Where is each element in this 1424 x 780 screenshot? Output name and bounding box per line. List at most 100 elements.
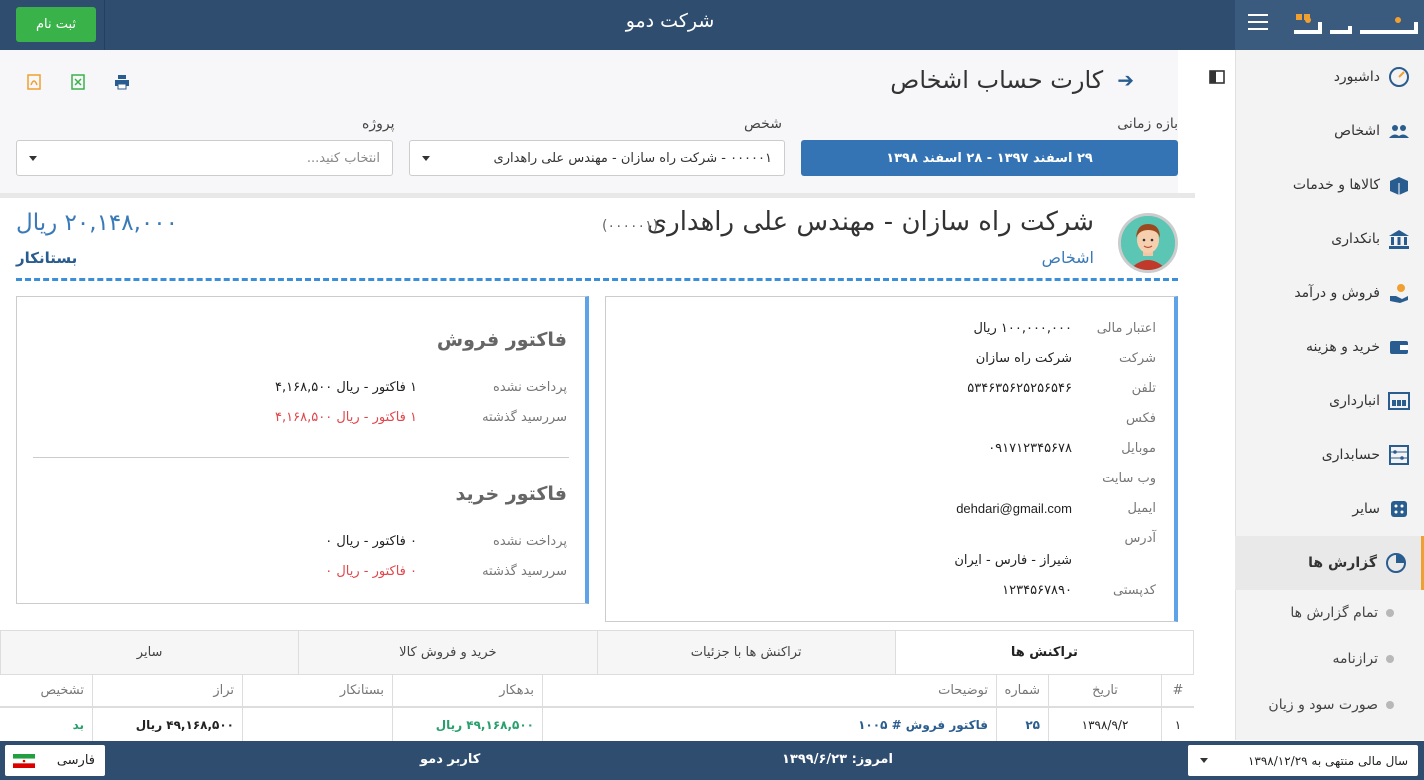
- column-header[interactable]: شماره: [996, 675, 1048, 706]
- person-category-link[interactable]: اشخاص: [1042, 248, 1094, 267]
- table-row[interactable]: ۱ ۱۳۹۸/۹/۲ ۲۵ فاکتور فروش # ۱۰۰۵ ۴۹,۱۶۸,…: [0, 708, 1194, 741]
- avatar: [1118, 213, 1178, 273]
- info-row: وب سایت: [604, 463, 1156, 493]
- sidebar-item-products[interactable]: کالاها و خدمات: [1235, 158, 1424, 212]
- language-select[interactable]: فارسی: [5, 745, 105, 776]
- sale-invoice-title: فاکتور فروش: [436, 329, 567, 351]
- tab-transactions[interactable]: تراکنش ها: [894, 631, 1193, 674]
- sidebar-item-people[interactable]: اشخاص: [1235, 104, 1424, 158]
- sidebar-item-sales[interactable]: فروش و درآمد: [1235, 266, 1424, 320]
- sale-overdue-row: سررسید گذشته ۱ فاکتور - ریال ۴,۱۶۸,۵۰۰: [31, 402, 567, 432]
- sidebar-item-purchases[interactable]: خرید و هزینه: [1235, 320, 1424, 374]
- excel-export-icon[interactable]: [68, 72, 88, 92]
- sidebar-subitem-balance-sheet[interactable]: ترازنامه: [1235, 636, 1424, 682]
- info-value: ۱۰۰,۰۰۰,۰۰۰ ریال: [973, 320, 1072, 336]
- invoice-summary-card: فاکتور فروش پرداخت نشده ۱ فاکتور - ریال ۴…: [16, 296, 589, 604]
- column-header[interactable]: تاریخ: [1048, 675, 1161, 706]
- sidebar-item-label: گزارش ها: [1308, 555, 1377, 571]
- row-number-link[interactable]: ۲۵: [996, 708, 1048, 741]
- sales-icon: [1388, 282, 1410, 304]
- info-key: فکس: [1126, 410, 1156, 426]
- sidebar-collapse-icon[interactable]: [1208, 70, 1228, 86]
- row-credit: [242, 708, 392, 741]
- row-debit: ۴۹,۱۶۸,۵۰۰ ریال: [392, 708, 542, 741]
- sidebar-item-label: بانکداری: [1331, 231, 1380, 247]
- column-header[interactable]: توضیحات: [542, 675, 996, 706]
- signup-button[interactable]: ثبت نام: [16, 7, 96, 42]
- purchase-overdue-label: سررسید گذشته: [482, 563, 567, 579]
- sidebar-item-reports[interactable]: گزارش ها: [1235, 536, 1424, 590]
- dashboard-icon: [1388, 66, 1410, 88]
- row-index: ۱: [1161, 708, 1194, 741]
- person-select[interactable]: ۰۰۰۰۰۱ - شرکت راه سازان - مهندس علی راهد…: [409, 140, 785, 176]
- info-value: شیراز - فارس - ایران: [954, 552, 1072, 568]
- row-date: ۱۳۹۸/۹/۲: [1048, 708, 1161, 741]
- report-icon: [1385, 552, 1407, 574]
- sidebar-item-label: فروش و درآمد: [1294, 285, 1380, 301]
- chevron-down-icon: [422, 156, 430, 161]
- tab-transactions-detailed[interactable]: تراکنش ها با جزئیات: [596, 631, 895, 674]
- toolbar: [24, 72, 132, 92]
- info-row: کدپستی ۱۲۳۴۵۶۷۸۹۰: [604, 575, 1156, 605]
- current-user: کاربر دمو: [420, 752, 481, 767]
- account-balance: ۲۰,۱۴۸,۰۰۰ ریال: [16, 210, 178, 236]
- sidebar-subitem-profit-loss[interactable]: صورت سود و زیان: [1235, 682, 1424, 728]
- info-row: اعتبار مالی ۱۰۰,۰۰۰,۰۰۰ ریال: [604, 313, 1156, 343]
- language-value: فارسی: [56, 753, 95, 768]
- bullet-icon: [1386, 609, 1394, 617]
- sidebar-item-label: داشبورد: [1333, 69, 1380, 85]
- chevron-down-icon: [29, 156, 37, 161]
- sale-overdue-label: سررسید گذشته: [482, 409, 567, 425]
- sidebar-item-dashboard[interactable]: داشبورد: [1235, 50, 1424, 104]
- column-header[interactable]: بدهکار: [392, 675, 542, 706]
- info-row: شیراز - فارس - ایران: [604, 545, 1156, 575]
- person-select-value: ۰۰۰۰۰۱ - شرکت راه سازان - مهندس علی راهد…: [493, 150, 772, 166]
- sidebar-item-warehouse[interactable]: انبارداری: [1235, 374, 1424, 428]
- purchase-invoice-title: فاکتور خرید: [455, 483, 567, 505]
- sidebar-item-misc[interactable]: سایر: [1235, 482, 1424, 536]
- fiscal-year-value: سال مالی منتهی به ۱۳۹۸/۱۲/۲۹: [1247, 753, 1408, 768]
- bullet-icon: [1386, 701, 1394, 709]
- info-row: شرکت شرکت راه سازان: [604, 343, 1156, 373]
- sale-unpaid-row: پرداخت نشده ۱ فاکتور - ریال ۴,۱۶۸,۵۰۰: [31, 372, 567, 402]
- dashed-divider: [16, 278, 1178, 281]
- info-row: ایمیل dehdari@gmail.com: [604, 493, 1156, 523]
- sale-unpaid-value: ۱ فاکتور - ریال ۴,۱۶۸,۵۰۰: [275, 379, 417, 395]
- column-header[interactable]: بستانکار: [242, 675, 392, 706]
- info-key: موبایل: [1121, 440, 1156, 456]
- person-label: شخص: [744, 116, 782, 132]
- sidebar-item-accounting[interactable]: حسابداری: [1235, 428, 1424, 482]
- sidebar-subitem-all-reports[interactable]: تمام گزارش ها: [1235, 590, 1424, 636]
- company-title: شرکت دمو: [625, 10, 715, 32]
- sidebar-subitem-label: ترازنامه: [1332, 651, 1378, 667]
- chevron-down-icon: [1200, 758, 1208, 763]
- bank-icon: [1388, 228, 1410, 250]
- info-row: موبایل ۰۹۱۷۱۲۳۴۵۶۷۸: [604, 433, 1156, 463]
- date-range-button[interactable]: ۲۹ اسفند ۱۳۹۷ - ۲۸ اسفند ۱۳۹۸: [801, 140, 1178, 176]
- sidebar-item-label: انبارداری: [1329, 393, 1380, 409]
- tab-other[interactable]: سایر: [1, 631, 298, 674]
- column-header[interactable]: #: [1161, 675, 1194, 706]
- project-select[interactable]: انتخاب کنید...: [16, 140, 393, 176]
- fiscal-year-select[interactable]: سال مالی منتهی به ۱۳۹۸/۱۲/۲۹: [1188, 745, 1418, 776]
- info-key: آدرس: [1124, 530, 1156, 546]
- bullet-icon: [1386, 655, 1394, 663]
- abacus-icon: [1388, 444, 1410, 466]
- column-header[interactable]: تراز: [92, 675, 242, 706]
- sidebar-item-label: خرید و هزینه: [1305, 339, 1380, 355]
- info-value: dehdari@gmail.com: [956, 500, 1072, 516]
- misc-icon: [1388, 498, 1410, 520]
- back-arrow-icon[interactable]: ➔: [1117, 68, 1134, 92]
- info-key: شرکت: [1118, 350, 1156, 366]
- row-balance: ۴۹,۱۶۸,۵۰۰ ریال: [92, 708, 242, 741]
- print-icon[interactable]: [112, 72, 132, 92]
- tab-goods-trade[interactable]: خرید و فروش کالا: [298, 631, 596, 674]
- column-header[interactable]: تشخیص: [0, 675, 92, 706]
- purchase-overdue-row: سررسید گذشته ۰ فاکتور - ریال ۰: [31, 556, 567, 586]
- sidebar-item-banking[interactable]: بانکداری: [1235, 212, 1424, 266]
- warehouse-icon: [1388, 390, 1410, 412]
- balance-status: بستانکار: [16, 249, 78, 267]
- pdf-export-icon[interactable]: [24, 72, 44, 92]
- table-header: # تاریخ شماره توضیحات بدهکار بستانکار تر…: [0, 675, 1194, 708]
- row-description-link[interactable]: فاکتور فروش # ۱۰۰۵: [542, 708, 996, 741]
